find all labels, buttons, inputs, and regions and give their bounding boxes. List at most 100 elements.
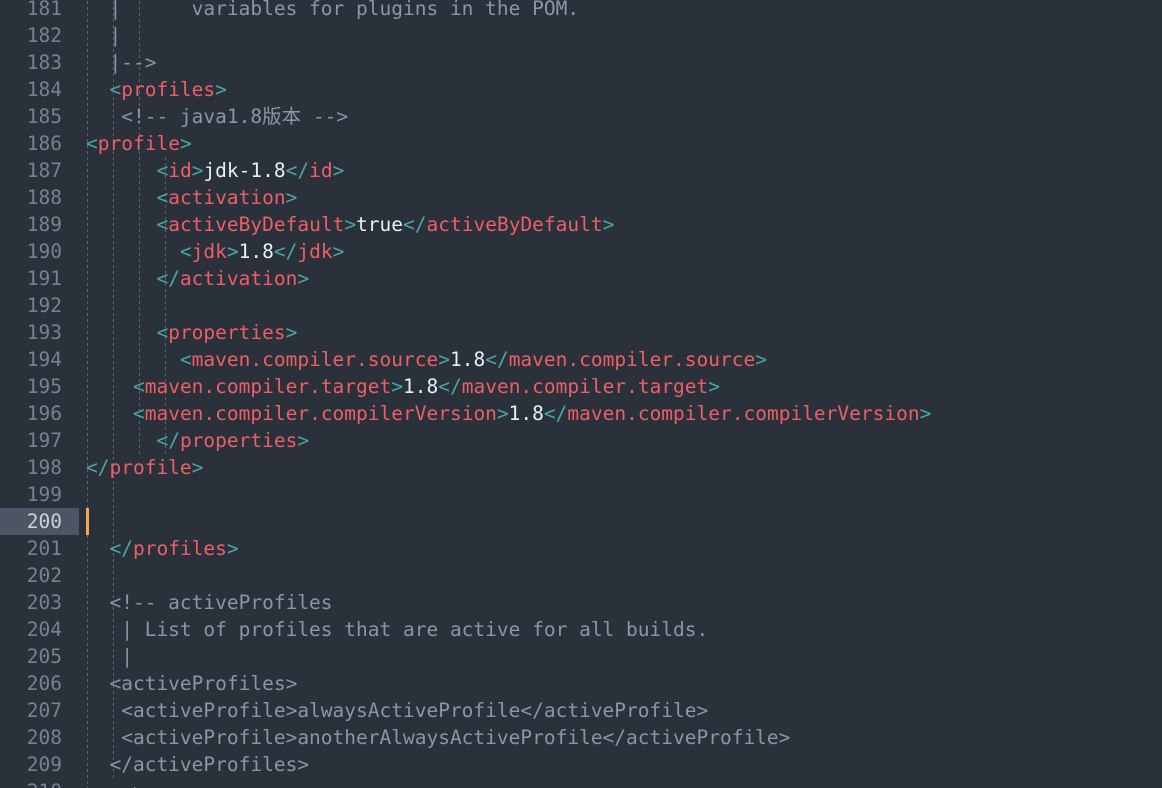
line-number[interactable]: 190: [0, 238, 62, 265]
token-bracket: >: [226, 537, 239, 560]
line-number[interactable]: 192: [0, 292, 62, 319]
code-line[interactable]: <maven.compiler.source>1.8</maven.compil…: [86, 346, 767, 373]
line-number[interactable]: 182: [0, 22, 62, 49]
code-line[interactable]: | variables for plugins in the POM.: [86, 0, 579, 22]
line-number[interactable]: 197: [0, 427, 62, 454]
code-line[interactable]: <maven.compiler.compilerVersion>1.8</mav…: [86, 400, 931, 427]
line-number[interactable]: 188: [0, 184, 62, 211]
line-number[interactable]: 200: [0, 508, 79, 535]
token-tag: maven.compiler.target: [144, 375, 392, 398]
line-number[interactable]: 189: [0, 211, 62, 238]
token-comment: -->: [86, 780, 144, 788]
code-line[interactable]: <properties>: [86, 319, 297, 346]
code-line[interactable]: <profile>: [86, 130, 192, 157]
code-line[interactable]: <!-- activeProfiles: [86, 589, 332, 616]
token-bracket: >: [179, 132, 192, 155]
token-bracket: >: [226, 240, 239, 263]
token-comment: <activeProfiles>: [86, 672, 298, 695]
token-bracket: <: [156, 321, 169, 344]
token-bracket: >: [496, 402, 509, 425]
line-number[interactable]: 187: [0, 157, 62, 184]
line-number[interactable]: 183: [0, 49, 62, 76]
line-number[interactable]: 205: [0, 643, 62, 670]
token-tag: maven.compiler.source: [508, 348, 756, 371]
line-number[interactable]: 201: [0, 535, 62, 562]
code-editor[interactable]: | variables for plugins in the POM. | |-…: [0, 0, 1162, 788]
token-bracket: >: [215, 78, 227, 101]
token-tag: profiles: [121, 78, 216, 101]
code-line[interactable]: <!-- java1.8版本 -->: [86, 103, 348, 130]
code-line[interactable]: <jdk>1.8</jdk>: [86, 238, 344, 265]
token-bracket: >: [919, 402, 932, 425]
line-number[interactable]: 184: [0, 76, 62, 103]
code-line[interactable]: <activeByDefault>true</activeByDefault>: [86, 211, 614, 238]
token-text: 1.8: [238, 240, 274, 263]
code-line[interactable]: <profiles>: [86, 76, 227, 103]
line-number-gutter[interactable]: 181 182 183 184 185 186 187 188 189 190 191 192 193 1…: [0, 0, 79, 788]
token-tag: id: [168, 159, 192, 182]
token-tag: maven.compiler.compilerVersion: [567, 402, 920, 425]
code-line[interactable]: -->: [86, 778, 144, 788]
line-number[interactable]: 210: [0, 778, 62, 788]
code-content[interactable]: | variables for plugins in the POM. | |-…: [79, 0, 1162, 788]
line-number[interactable]: 199: [0, 481, 62, 508]
token-text: 1.8: [403, 375, 439, 398]
line-number[interactable]: 181: [0, 0, 62, 22]
token-tag: maven.compiler.target: [461, 375, 709, 398]
token-tag: maven.compiler.source: [191, 348, 439, 371]
token-text: jdk-1.8: [203, 159, 286, 182]
line-number[interactable]: 207: [0, 697, 62, 724]
code-line[interactable]: <activation>: [86, 184, 297, 211]
token-tag: properties: [179, 429, 298, 452]
token-bracket: </: [156, 267, 180, 290]
line-number[interactable]: 206: [0, 670, 62, 697]
code-line[interactable]: <activeProfiles>: [86, 670, 297, 697]
token-tag: activation: [179, 267, 298, 290]
token-bracket: >: [602, 213, 615, 236]
line-number[interactable]: 185: [0, 103, 62, 130]
line-number[interactable]: 195: [0, 373, 62, 400]
line-number[interactable]: 209: [0, 751, 62, 778]
code-line[interactable]: <maven.compiler.target>1.8</maven.compil…: [86, 373, 720, 400]
line-number[interactable]: 202: [0, 562, 62, 589]
token-tag: activeByDefault: [168, 213, 345, 236]
token-comment: |: [86, 24, 122, 47]
token-bracket: >: [297, 429, 310, 452]
code-line[interactable]: <id>jdk-1.8</id>: [86, 157, 344, 184]
line-number[interactable]: 193: [0, 319, 62, 346]
code-line[interactable]: </activeProfiles>: [86, 751, 309, 778]
token-tag: profiles: [132, 537, 227, 560]
line-number[interactable]: 186: [0, 130, 62, 157]
code-line[interactable]: </profile>: [86, 454, 203, 481]
token-comment: </activeProfiles>: [86, 753, 310, 776]
token-bracket: >: [438, 348, 450, 371]
code-line[interactable]: | List of profiles that are active for a…: [86, 616, 708, 643]
line-number[interactable]: 198: [0, 454, 62, 481]
token-tag: activeByDefault: [426, 213, 603, 236]
code-line[interactable]: </activation>: [86, 265, 309, 292]
code-line[interactable]: |: [86, 22, 121, 49]
code-line[interactable]: </profiles>: [86, 535, 239, 562]
token-bracket: >: [285, 321, 298, 344]
token-bracket: <: [156, 213, 169, 236]
code-line[interactable]: |-->: [86, 49, 156, 76]
line-number[interactable]: 194: [0, 346, 62, 373]
code-line[interactable]: <activeProfile>anotherAlwaysActiveProfil…: [86, 724, 790, 751]
token-bracket: </: [485, 348, 509, 371]
line-number[interactable]: 196: [0, 400, 62, 427]
code-line[interactable]: <activeProfile>alwaysActiveProfile</acti…: [86, 697, 708, 724]
token-bracket: </: [86, 456, 110, 479]
token-bracket: >: [708, 375, 721, 398]
code-line[interactable]: |: [86, 643, 133, 670]
line-number[interactable]: 191: [0, 265, 62, 292]
line-number[interactable]: 204: [0, 616, 62, 643]
text-caret: [86, 508, 89, 535]
token-text: true: [356, 213, 404, 236]
line-number[interactable]: 208: [0, 724, 62, 751]
line-number[interactable]: 203: [0, 589, 62, 616]
code-line[interactable]: </properties>: [86, 427, 309, 454]
